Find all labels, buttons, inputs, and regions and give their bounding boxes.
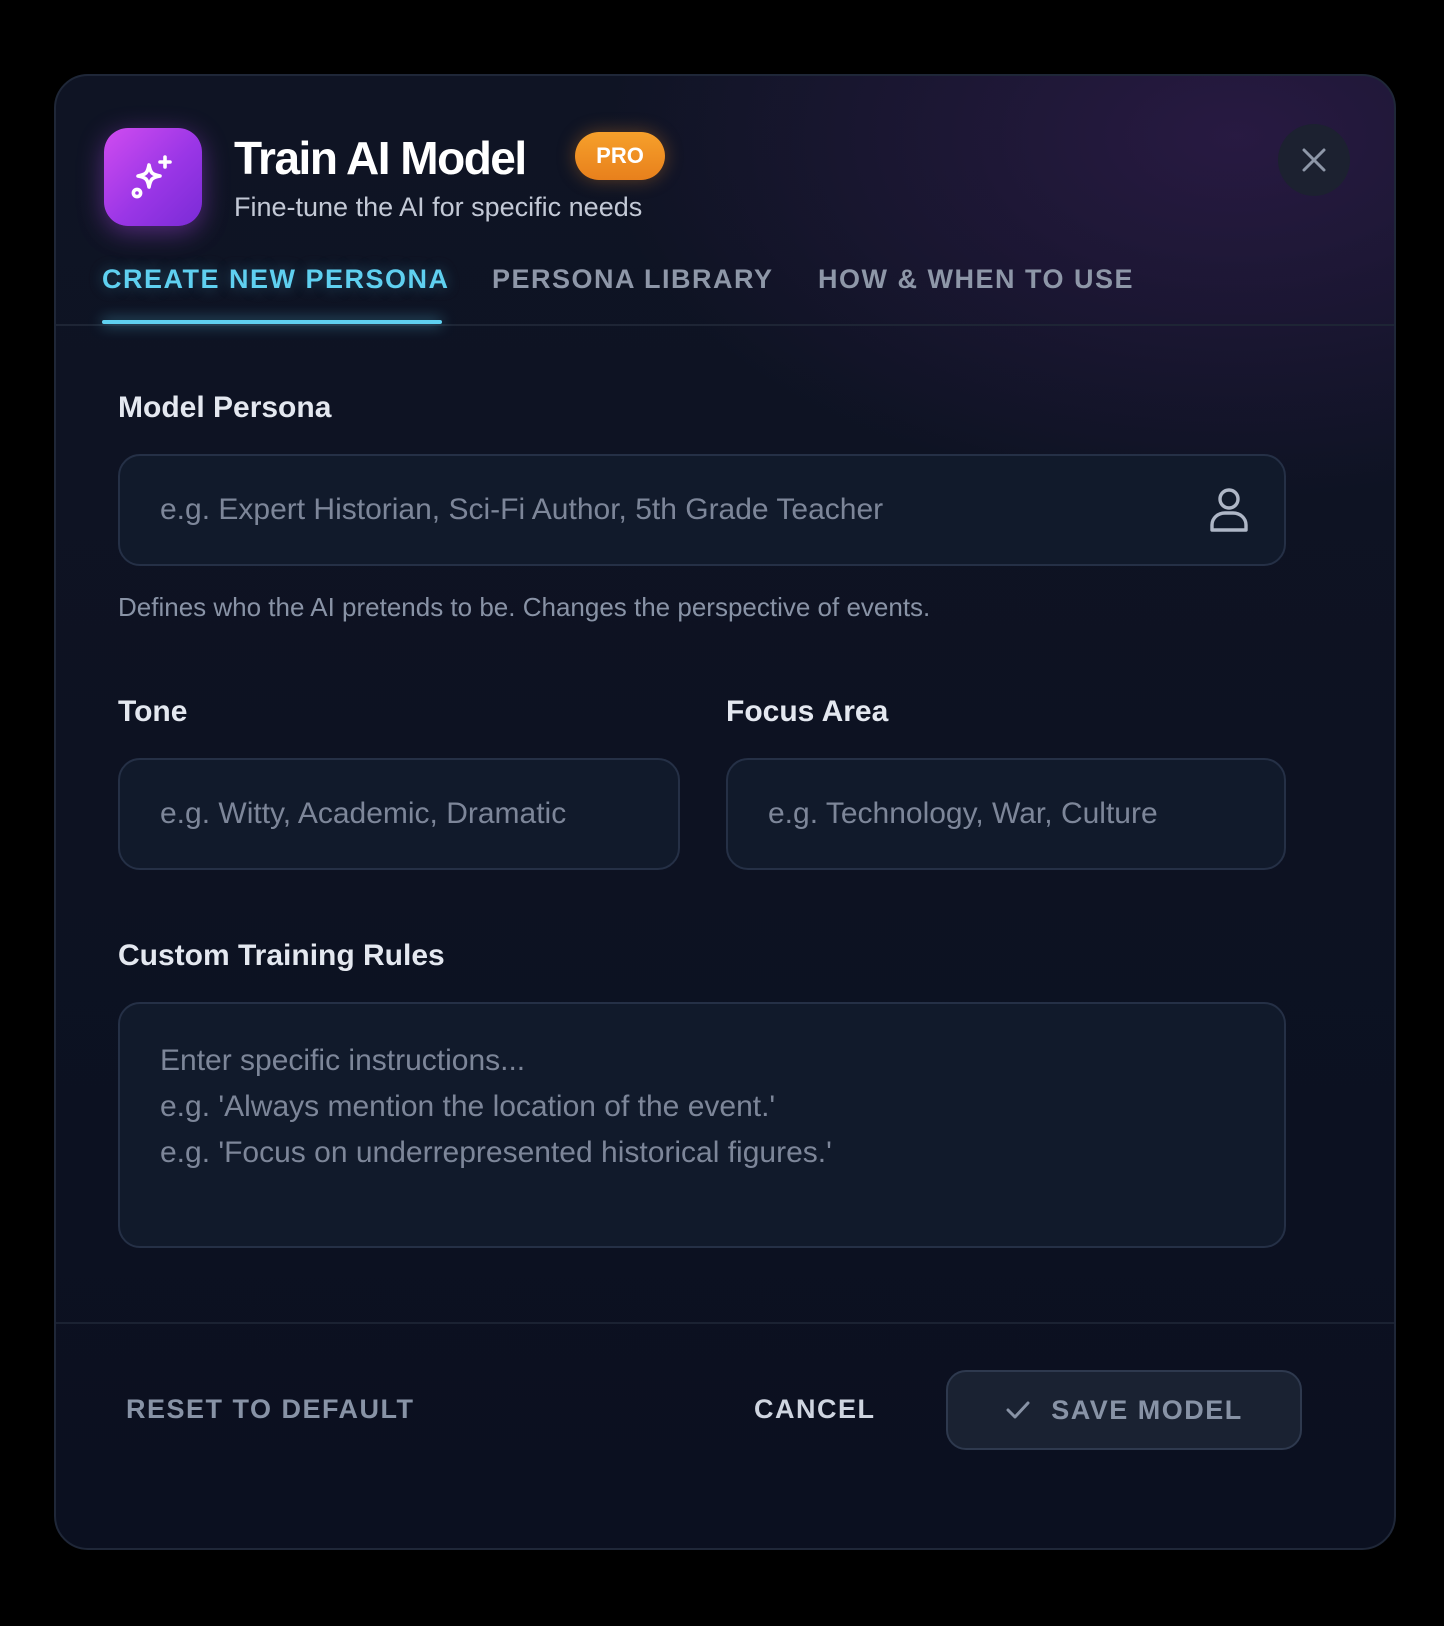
tab-how-when-to-use[interactable]: HOW & WHEN TO USE [818,264,1134,295]
sparkles-icon [104,128,202,226]
check-icon [1006,1401,1030,1419]
tone-label: Tone [118,695,188,728]
persona-helper-text: Defines who the AI pretends to be. Chang… [118,592,931,622]
tab-bar: CREATE NEW PERSONA PERSONA LIBRARY HOW &… [56,236,1394,326]
training-rules-textarea[interactable] [120,1004,1284,1246]
tab-create-new-persona[interactable]: CREATE NEW PERSONA [102,264,450,295]
persona-label: Model Persona [118,391,332,424]
reset-to-default-button[interactable]: RESET TO DEFAULT [126,1394,415,1425]
tab-persona-library[interactable]: PERSONA LIBRARY [492,264,774,295]
pro-badge: PRO [575,132,665,180]
cancel-button[interactable]: CANCEL [754,1394,876,1425]
person-icon [1210,488,1248,532]
active-tab-indicator [102,320,442,324]
tone-field [118,758,680,870]
focus-area-label: Focus Area [726,695,889,728]
training-rules-label: Custom Training Rules [118,939,445,972]
save-model-label: SAVE MODEL [1051,1394,1243,1425]
persona-field [118,454,1286,566]
footer-divider [56,1322,1394,1324]
save-model-button[interactable]: SAVE MODEL [946,1370,1302,1450]
train-model-modal: Train AI Model PRO Fine-tune the AI for … [54,74,1396,1550]
tone-input[interactable] [120,760,678,868]
close-button[interactable] [1278,124,1350,196]
close-icon [1302,148,1326,172]
modal-subtitle: Fine-tune the AI for specific needs [234,192,643,222]
focus-area-field [726,758,1286,870]
training-rules-field [118,1002,1286,1248]
focus-area-input[interactable] [728,760,1284,868]
modal-title: Train AI Model [234,132,527,184]
persona-input[interactable] [120,456,1284,564]
